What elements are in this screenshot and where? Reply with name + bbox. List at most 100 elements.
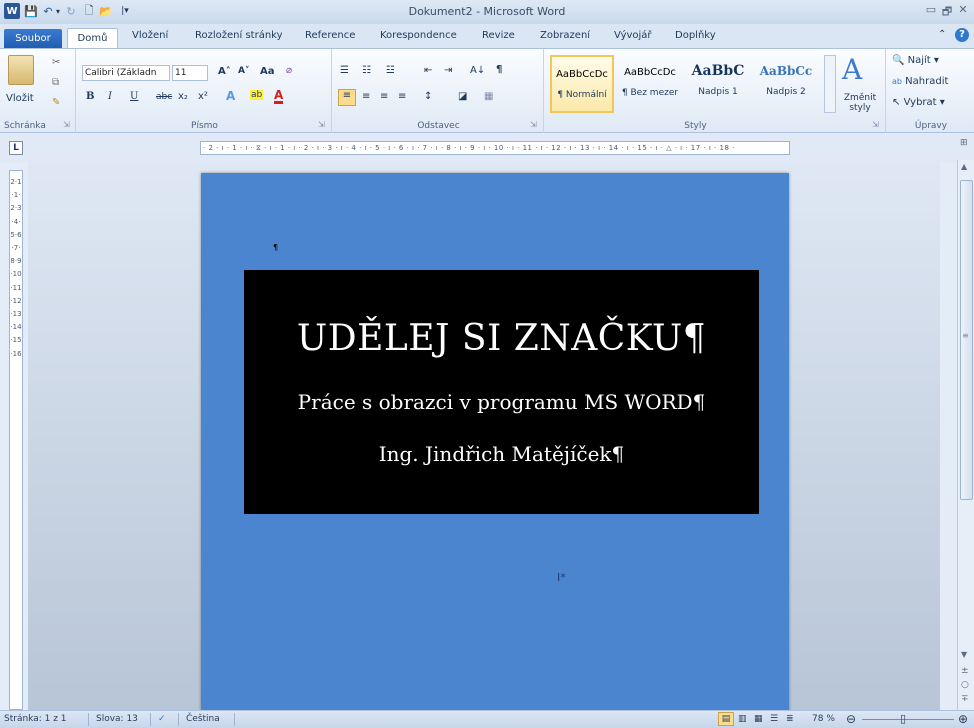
style-name: ¶ Bez mezer <box>621 88 679 98</box>
align-right-button[interactable]: ≡ <box>380 91 388 102</box>
style-no-spacing[interactable]: AaBbCcDc ¶ Bez mezer <box>618 55 682 113</box>
scroll-up-icon[interactable]: ▲ <box>961 162 967 171</box>
tab-view[interactable]: Zobrazení <box>540 30 590 41</box>
grow-font-icon[interactable]: A˄ <box>218 66 231 77</box>
minimize-ribbon-icon[interactable]: ⌃ <box>938 29 946 40</box>
ribbon: Vložit ✂ ⧉ ✎ Schránka ⇲ Calibri (Základn… <box>0 48 974 133</box>
strikethrough-button[interactable]: abc <box>156 92 172 102</box>
paste-icon[interactable] <box>8 55 34 85</box>
tab-references[interactable]: Reference <box>305 30 355 41</box>
format-painter-icon[interactable]: ✎ <box>52 97 60 108</box>
style-preview: AaBbCc <box>759 64 813 78</box>
style-normal[interactable]: AaBbCcDc ¶ Normální <box>550 55 614 113</box>
vertical-ruler[interactable]: 2·1·1·2·3·4·5·6·7·8·9·10·11·12·13·14·15·… <box>9 170 23 710</box>
scroll-down-icon[interactable]: ▼ <box>961 650 967 659</box>
sort-icon[interactable]: A↓ <box>470 65 485 76</box>
restore-icon[interactable]: 🗗 <box>940 3 954 22</box>
superscript-button[interactable]: x² <box>198 91 208 102</box>
word-count[interactable]: Slova: 13 <box>96 714 138 724</box>
change-styles-icon[interactable]: A <box>842 53 862 86</box>
tab-file[interactable]: Soubor <box>4 29 62 49</box>
outline-view-icon[interactable]: ☰ <box>770 714 778 724</box>
language-indicator[interactable]: Čeština <box>186 714 220 724</box>
tab-page-layout[interactable]: Rozložení stránky <box>195 30 283 41</box>
align-center-button[interactable]: ≡ <box>362 91 370 102</box>
text-effects-icon[interactable]: A <box>226 89 235 103</box>
divider <box>88 713 89 726</box>
previous-page-icon[interactable]: ± <box>961 666 969 676</box>
zoom-in-icon[interactable]: ⊕ <box>958 712 968 726</box>
change-case-icon[interactable]: Aa <box>260 66 275 77</box>
next-page-icon[interactable]: ∓ <box>961 694 969 704</box>
zoom-level[interactable]: 78 % <box>812 714 835 724</box>
title-textbox[interactable]: UDĚLEJ SI ZNAČKU¶ Práce s obrazci v prog… <box>244 270 759 514</box>
italic-button[interactable]: I <box>108 91 112 102</box>
bullets-icon[interactable]: ☰ <box>340 65 349 76</box>
tab-addins[interactable]: Doplňky <box>675 30 716 41</box>
clipboard-launcher-icon[interactable]: ⇲ <box>63 120 70 129</box>
browse-object-icon[interactable]: ○ <box>961 680 969 690</box>
full-screen-view-icon[interactable]: ▥ <box>738 714 747 724</box>
zoom-out-icon[interactable]: ⊖ <box>846 712 856 726</box>
line-spacing-icon[interactable]: ↕ <box>424 91 432 102</box>
cut-icon[interactable]: ✂ <box>52 57 60 68</box>
highlight-color-icon[interactable]: ab <box>250 90 264 100</box>
font-launcher-icon[interactable]: ⇲ <box>318 120 325 129</box>
numbering-icon[interactable]: ☷ <box>362 65 371 76</box>
shading-icon[interactable]: ◪ <box>458 91 467 102</box>
multilevel-list-icon[interactable]: ☳ <box>386 65 395 76</box>
vertical-scrollbar[interactable]: ⊞ ▲ ≡ ▼ ± ○ ∓ <box>957 138 974 711</box>
styles-scroll[interactable] <box>824 55 836 113</box>
font-group: Calibri (Základn 11 A˄ A˅ Aa ⌀ B I U abc… <box>78 49 332 133</box>
bold-button[interactable]: B <box>86 91 94 102</box>
change-styles-button[interactable]: Změnit styly <box>842 93 878 113</box>
page-counter[interactable]: Stránka: 1 z 1 <box>4 714 67 724</box>
decrease-indent-icon[interactable]: ⇤ <box>424 65 432 76</box>
paragraph-launcher-icon[interactable]: ⇲ <box>530 120 537 129</box>
paragraph-group-label: Odstavec <box>417 121 460 131</box>
proofing-icon[interactable]: ✓ <box>158 714 166 724</box>
tab-home[interactable]: Domů <box>67 28 118 50</box>
document-title: UDĚLEJ SI ZNAČKU¶ <box>296 318 707 359</box>
style-heading-2[interactable]: AaBbCc Nadpis 2 <box>754 55 818 113</box>
zoom-slider[interactable] <box>862 719 954 720</box>
font-color-icon[interactable]: A <box>274 89 284 104</box>
tab-developer[interactable]: Vývojář <box>614 30 652 41</box>
font-name-select[interactable]: Calibri (Základn <box>82 65 170 81</box>
scroll-thumb[interactable]: ≡ <box>960 180 973 500</box>
ribbon-tabs: Soubor Domů Vložení Rozložení stránky Re… <box>0 24 974 50</box>
subscript-button[interactable]: x₂ <box>178 91 188 102</box>
tab-insert[interactable]: Vložení <box>132 30 168 41</box>
shrink-font-icon[interactable]: A˅ <box>238 66 249 76</box>
align-left-button[interactable]: ≡ <box>338 89 356 106</box>
copy-icon[interactable]: ⧉ <box>52 77 59 88</box>
horizontal-ruler[interactable]: · 2 · ı · 1 · ı · ⧖ · ı · 1 · ı · 2 · ı … <box>200 141 790 155</box>
tab-mailings[interactable]: Korespondence <box>380 30 457 41</box>
help-icon[interactable]: ? <box>955 28 969 42</box>
find-button[interactable]: 🔍 Najít ▾ <box>892 55 939 66</box>
close-icon[interactable]: ✕ <box>956 3 970 16</box>
minimize-icon[interactable]: ▭ <box>924 3 938 16</box>
style-preview: AaBbCcDc <box>624 67 676 78</box>
style-heading-1[interactable]: AaBbC Nadpis 1 <box>686 55 750 113</box>
thumb-grip-icon: ≡ <box>962 331 969 340</box>
draft-view-icon[interactable]: ≣ <box>786 714 794 724</box>
clear-formatting-icon[interactable]: ⌀ <box>286 65 292 76</box>
view-ruler-icon[interactable]: ⊞ <box>960 138 968 148</box>
underline-button[interactable]: U <box>130 91 138 102</box>
paste-button-label[interactable]: Vložit <box>6 93 34 104</box>
font-size-select[interactable]: 11 <box>172 65 208 81</box>
tab-selector[interactable]: L <box>9 141 23 155</box>
justify-button[interactable]: ≡ <box>398 91 406 102</box>
increase-indent-icon[interactable]: ⇥ <box>444 65 452 76</box>
web-layout-view-icon[interactable]: ▦ <box>754 714 763 724</box>
select-button[interactable]: ↖ Vybrat ▾ <box>892 97 945 108</box>
borders-icon[interactable]: ▦ <box>484 91 493 102</box>
styles-launcher-icon[interactable]: ⇲ <box>872 120 879 129</box>
print-layout-view-icon[interactable]: ▤ <box>718 712 734 726</box>
show-marks-icon[interactable]: ¶ <box>496 64 502 75</box>
replace-button[interactable]: ab Nahradit <box>892 76 948 87</box>
zoom-slider-handle[interactable]: ▯ <box>900 712 906 725</box>
document-page[interactable]: ¶ UDĚLEJ SI ZNAČKU¶ Práce s obrazci v pr… <box>201 173 789 713</box>
tab-review[interactable]: Revize <box>482 30 515 41</box>
